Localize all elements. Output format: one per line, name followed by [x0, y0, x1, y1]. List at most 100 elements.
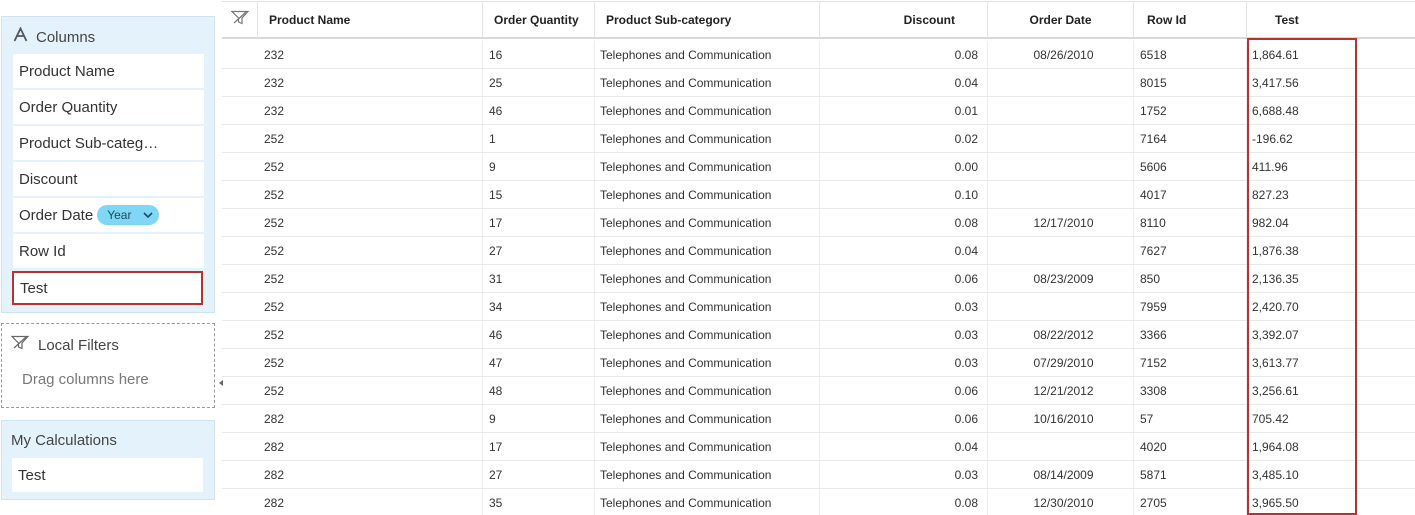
table-row[interactable]: 232 25 Telephones and Communication 0.04 801…	[222, 69, 1415, 97]
cell-product-sub-category: Telephones and Communication	[595, 181, 820, 208]
cell-product-name: 232	[258, 41, 483, 68]
header-product-sub-category[interactable]: Product Sub-category	[595, 2, 820, 38]
data-grid: Product Name Order Quantity Product Sub-…	[222, 0, 1415, 515]
cell-discount: 0.01	[820, 97, 988, 124]
cell-row-id: 8015	[1134, 69, 1247, 96]
column-item-discount[interactable]: Discount	[13, 162, 204, 196]
calculation-item-test[interactable]: Test	[12, 458, 203, 492]
cell-product-sub-category: Telephones and Communication	[595, 69, 820, 96]
cell-test: 1,964.08	[1252, 439, 1299, 454]
cell-discount: 0.06	[820, 405, 988, 432]
columns-header: Columns	[13, 26, 95, 47]
cell-row-id: 8110	[1134, 209, 1247, 236]
cell-row-id: 57	[1134, 405, 1247, 432]
cell-order-date: 08/26/2010	[988, 41, 1134, 68]
grid-header-row: Product Name Order Quantity Product Sub-…	[222, 1, 1415, 39]
header-order-date[interactable]: Order Date	[988, 2, 1134, 38]
cell-product-sub-category: Telephones and Communication	[595, 97, 820, 124]
table-row[interactable]: 252 17 Telephones and Communication 0.08 12/…	[222, 209, 1415, 237]
cell-order-date: 10/16/2010	[988, 405, 1134, 432]
cell-discount: 0.03	[820, 321, 988, 348]
column-item-label: Order Quantity	[19, 98, 118, 116]
cell-order-date	[988, 433, 1134, 460]
cell-order-quantity: 15	[483, 181, 595, 208]
table-row[interactable]: 232 16 Telephones and Communication 0.08 08/…	[222, 41, 1415, 69]
table-row[interactable]: 282 9 Telephones and Communication 0.06 10/1…	[222, 405, 1415, 433]
cell-product-sub-category: Telephones and Communication	[595, 237, 820, 264]
cell-order-quantity: 27	[483, 461, 595, 488]
cell-product-name: 252	[258, 349, 483, 376]
table-row[interactable]: 252 34 Telephones and Communication 0.03 795…	[222, 293, 1415, 321]
filter-icon	[230, 10, 249, 30]
cell-discount: 0.06	[820, 265, 988, 292]
table-row[interactable]: 252 9 Telephones and Communication 0.00 5606…	[222, 153, 1415, 181]
table-row[interactable]: 252 27 Telephones and Communication 0.04 762…	[222, 237, 1415, 265]
cell-discount: 0.03	[820, 349, 988, 376]
cell-product-sub-category: Telephones and Communication	[595, 41, 820, 68]
cell-test: 2,420.70	[1252, 299, 1299, 314]
header-test[interactable]: Test	[1247, 2, 1415, 38]
calculation-item-label: Test	[18, 466, 46, 484]
cell-test: 411.96	[1252, 159, 1288, 174]
cell-product-name: 282	[258, 489, 483, 515]
header-discount[interactable]: Discount	[820, 2, 988, 38]
column-item-order-date[interactable]: Order Date Year	[13, 198, 204, 232]
filters-header: Local Filters	[10, 335, 119, 355]
cell-test: 3,256.61	[1252, 383, 1299, 398]
cell-order-quantity: 48	[483, 377, 595, 404]
cell-order-quantity: 46	[483, 321, 595, 348]
header-row-id[interactable]: Row Id	[1134, 2, 1247, 38]
column-item-test[interactable]: Test	[12, 271, 203, 305]
table-row[interactable]: 252 46 Telephones and Communication 0.03 08/…	[222, 321, 1415, 349]
columns-icon	[13, 26, 28, 47]
cell-row-id: 1752	[1134, 97, 1247, 124]
cell-order-quantity: 25	[483, 69, 595, 96]
cell-row-id: 7164	[1134, 125, 1247, 152]
cell-test: 3,392.07	[1252, 327, 1299, 342]
cell-product-sub-category: Telephones and Communication	[595, 209, 820, 236]
cell-test: 6,688.48	[1252, 103, 1299, 118]
table-row[interactable]: 252 31 Telephones and Communication 0.06 08/…	[222, 265, 1415, 293]
column-item-label: Product Sub-categ…	[19, 134, 159, 152]
cell-order-date	[988, 97, 1134, 124]
table-row[interactable]: 232 46 Telephones and Communication 0.01 175…	[222, 97, 1415, 125]
columns-panel: Columns Product Name Order Quantity Prod…	[1, 16, 215, 313]
column-item-product-sub-category[interactable]: Product Sub-categ…	[13, 126, 204, 160]
local-filters-dropzone[interactable]: Local Filters Drag columns here	[1, 323, 215, 408]
cell-test: 827.23	[1252, 187, 1289, 202]
column-item-label: Test	[20, 279, 48, 297]
column-item-order-quantity[interactable]: Order Quantity	[13, 90, 204, 124]
column-item-label: Discount	[19, 170, 78, 188]
cell-product-sub-category: Telephones and Communication	[595, 405, 820, 432]
cell-order-date: 07/29/2010	[988, 349, 1134, 376]
cell-product-sub-category: Telephones and Communication	[595, 265, 820, 292]
date-granularity-dropdown[interactable]: Year	[97, 205, 160, 225]
column-item-row-id[interactable]: Row Id	[13, 234, 204, 268]
filters-title: Local Filters	[38, 336, 119, 354]
cell-product-name: 252	[258, 265, 483, 292]
cell-product-sub-category: Telephones and Communication	[595, 433, 820, 460]
header-product-name[interactable]: Product Name	[258, 2, 483, 38]
column-item-label: Product Name	[19, 62, 115, 80]
cell-order-date	[988, 125, 1134, 152]
table-row[interactable]: 282 27 Telephones and Communication 0.03 08/…	[222, 461, 1415, 489]
cell-row-id: 7627	[1134, 237, 1247, 264]
cell-discount: 0.03	[820, 293, 988, 320]
table-row[interactable]: 282 17 Telephones and Communication 0.04 402…	[222, 433, 1415, 461]
cell-test: 982.04	[1252, 215, 1289, 230]
cell-order-date	[988, 237, 1134, 264]
cell-row-id: 7152	[1134, 349, 1247, 376]
table-row[interactable]: 252 47 Telephones and Communication 0.03 07/…	[222, 349, 1415, 377]
cell-discount: 0.04	[820, 237, 988, 264]
cell-product-name: 232	[258, 97, 483, 124]
table-row[interactable]: 252 1 Telephones and Communication 0.02 7164…	[222, 125, 1415, 153]
table-row[interactable]: 252 15 Telephones and Communication 0.10 401…	[222, 181, 1415, 209]
column-item-product-name[interactable]: Product Name	[13, 54, 204, 88]
cell-row-id: 7959	[1134, 293, 1247, 320]
cell-product-name: 282	[258, 405, 483, 432]
cell-discount: 0.02	[820, 125, 988, 152]
table-row[interactable]: 252 48 Telephones and Communication 0.06 12/…	[222, 377, 1415, 405]
header-order-quantity[interactable]: Order Quantity	[483, 2, 595, 38]
grid-filter-button[interactable]	[222, 2, 258, 38]
table-row[interactable]: 282 35 Telephones and Communication 0.08 12/…	[222, 489, 1415, 515]
